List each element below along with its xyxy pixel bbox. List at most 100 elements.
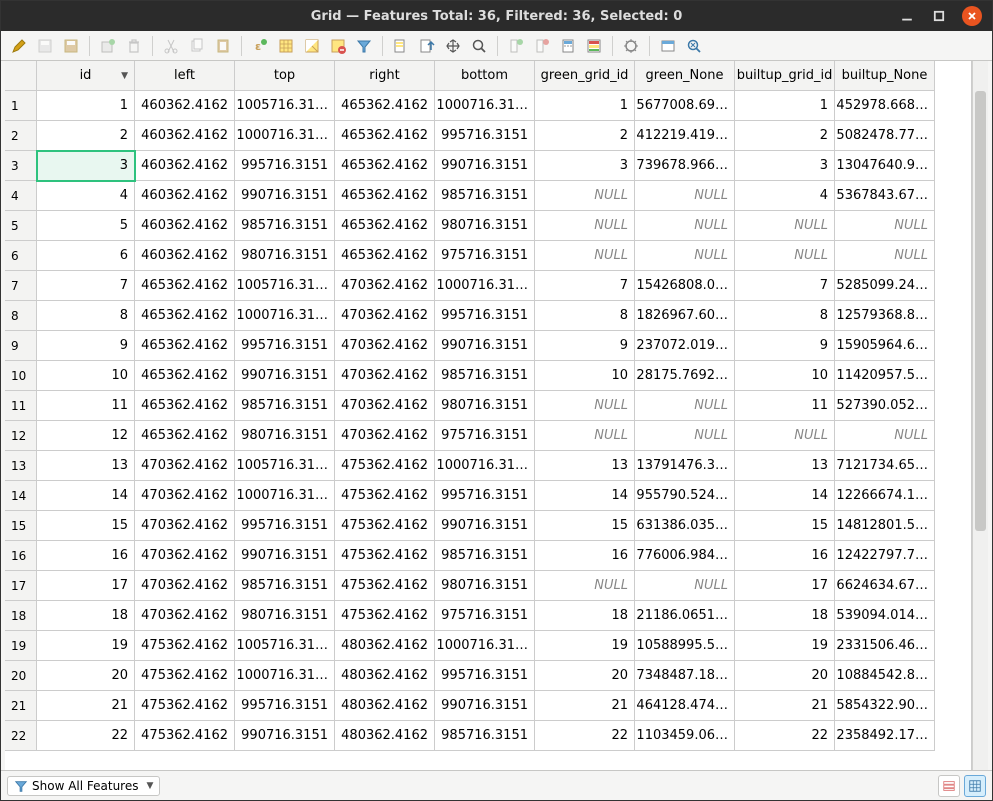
table-cell[interactable]: 470362.4162 xyxy=(335,391,435,421)
table-cell[interactable]: 1005716.31… xyxy=(235,631,335,661)
row-header[interactable]: 16 xyxy=(5,541,37,571)
table-cell[interactable]: 15426808.0… xyxy=(635,271,735,301)
table-cell[interactable]: 18 xyxy=(37,601,135,631)
table-cell[interactable]: 995716.3151 xyxy=(435,301,535,331)
table-cell[interactable]: 460362.4162 xyxy=(135,121,235,151)
table-cell[interactable]: 12266674.1… xyxy=(835,481,935,511)
scrollbar-thumb[interactable] xyxy=(975,91,986,531)
table-cell[interactable]: 1000716.31… xyxy=(235,301,335,331)
table-cell[interactable]: 980716.3151 xyxy=(435,211,535,241)
attribute-table[interactable]: id▼lefttoprightbottomgreen_grid_idgreen_… xyxy=(5,61,972,770)
table-cell[interactable]: 990716.3151 xyxy=(235,181,335,211)
table-cell[interactable]: 2331506.46… xyxy=(835,631,935,661)
table-cell[interactable]: 480362.4162 xyxy=(335,691,435,721)
table-cell[interactable]: 18 xyxy=(735,601,835,631)
table-cell[interactable]: 470362.4162 xyxy=(335,331,435,361)
table-cell[interactable]: 739678.966… xyxy=(635,151,735,181)
table-cell[interactable]: 465362.4162 xyxy=(135,361,235,391)
table-cell[interactable]: 11 xyxy=(37,391,135,421)
row-header[interactable]: 18 xyxy=(5,601,37,631)
table-cell[interactable]: 465362.4162 xyxy=(335,211,435,241)
table-cell[interactable]: 14 xyxy=(535,481,635,511)
table-cell[interactable]: NULL xyxy=(535,421,635,451)
table-cell[interactable]: 1000716.31… xyxy=(435,91,535,121)
table-cell[interactable]: 539094.014… xyxy=(835,601,935,631)
table-cell[interactable]: 9 xyxy=(735,331,835,361)
cut-icon[interactable] xyxy=(159,34,183,58)
table-cell[interactable]: 470362.4162 xyxy=(335,271,435,301)
table-cell[interactable]: 13 xyxy=(735,451,835,481)
table-cell[interactable]: 631386.035… xyxy=(635,511,735,541)
table-cell[interactable]: NULL xyxy=(535,571,635,601)
table-cell[interactable]: 12 xyxy=(37,421,135,451)
column-header[interactable]: bottom xyxy=(435,61,535,91)
column-header[interactable]: green_None xyxy=(635,61,735,91)
table-cell[interactable]: 19 xyxy=(735,631,835,661)
table-cell[interactable]: NULL xyxy=(635,241,735,271)
table-cell[interactable]: 460362.4162 xyxy=(135,181,235,211)
table-cell[interactable]: NULL xyxy=(635,391,735,421)
table-cell[interactable]: 465362.4162 xyxy=(335,91,435,121)
table-cell[interactable]: 460362.4162 xyxy=(135,151,235,181)
table-cell[interactable]: 15 xyxy=(535,511,635,541)
row-header[interactable]: 7 xyxy=(5,271,37,301)
table-cell[interactable]: NULL xyxy=(635,181,735,211)
table-cell[interactable]: 985716.3151 xyxy=(235,571,335,601)
table-cell[interactable]: 470362.4162 xyxy=(335,301,435,331)
table-cell[interactable]: 980716.3151 xyxy=(235,241,335,271)
table-cell[interactable]: 480362.4162 xyxy=(335,631,435,661)
table-cell[interactable]: 1103459.06… xyxy=(635,721,735,751)
expression-add-icon[interactable]: ε xyxy=(248,34,272,58)
table-cell[interactable]: 465362.4162 xyxy=(335,241,435,271)
table-cell[interactable]: 3 xyxy=(735,151,835,181)
select-value-icon[interactable] xyxy=(389,34,413,58)
select-all-icon[interactable] xyxy=(274,34,298,58)
row-header[interactable]: 11 xyxy=(5,391,37,421)
filter-mode-selector[interactable]: Show All Features ▼ xyxy=(7,776,160,796)
table-cell[interactable]: 470362.4162 xyxy=(335,361,435,391)
table-cell[interactable]: 465362.4162 xyxy=(135,331,235,361)
table-cell[interactable]: 2 xyxy=(535,121,635,151)
table-cell[interactable]: 985716.3151 xyxy=(435,721,535,751)
table-cell[interactable]: 975716.3151 xyxy=(435,421,535,451)
table-cell[interactable]: 14 xyxy=(735,481,835,511)
pencil-icon[interactable] xyxy=(7,34,31,58)
zoom-to-icon[interactable] xyxy=(467,34,491,58)
table-cell[interactable]: 480362.4162 xyxy=(335,721,435,751)
table-cell[interactable]: 985716.3151 xyxy=(235,391,335,421)
table-cell[interactable]: NULL xyxy=(735,241,835,271)
table-cell[interactable]: NULL xyxy=(535,181,635,211)
table-cell[interactable]: NULL xyxy=(635,571,735,601)
table-view-button[interactable] xyxy=(964,775,986,797)
save-icon[interactable] xyxy=(59,34,83,58)
table-cell[interactable]: 1000716.31… xyxy=(235,121,335,151)
row-header[interactable]: 10 xyxy=(5,361,37,391)
table-cell[interactable]: 4 xyxy=(37,181,135,211)
table-cell[interactable]: 995716.3151 xyxy=(235,691,335,721)
table-cell[interactable]: NULL xyxy=(835,421,935,451)
table-cell[interactable]: 5367843.67… xyxy=(835,181,935,211)
table-cell[interactable]: 475362.4162 xyxy=(135,661,235,691)
table-cell[interactable]: 21 xyxy=(535,691,635,721)
table-cell[interactable]: 14 xyxy=(37,481,135,511)
table-cell[interactable]: 15 xyxy=(37,511,135,541)
table-cell[interactable]: 470362.4162 xyxy=(135,481,235,511)
close-button[interactable] xyxy=(962,6,982,26)
table-cell[interactable]: 10 xyxy=(535,361,635,391)
table-cell[interactable]: 19 xyxy=(535,631,635,661)
row-header[interactable]: 12 xyxy=(5,421,37,451)
conditional-format-icon[interactable] xyxy=(582,34,606,58)
table-cell[interactable]: 14812801.5… xyxy=(835,511,935,541)
table-cell[interactable]: 1005716.31… xyxy=(235,271,335,301)
table-cell[interactable]: 470362.4162 xyxy=(335,421,435,451)
table-cell[interactable]: 7121734.65… xyxy=(835,451,935,481)
table-cell[interactable]: 475362.4162 xyxy=(135,631,235,661)
table-cell[interactable]: 955790.524… xyxy=(635,481,735,511)
table-cell[interactable]: 475362.4162 xyxy=(335,601,435,631)
row-header[interactable]: 3 xyxy=(5,151,37,181)
table-cell[interactable]: 990716.3151 xyxy=(435,511,535,541)
table-cell[interactable]: 8 xyxy=(535,301,635,331)
row-header[interactable]: 8 xyxy=(5,301,37,331)
table-cell[interactable]: 10588995.5… xyxy=(635,631,735,661)
table-corner[interactable] xyxy=(5,61,37,91)
